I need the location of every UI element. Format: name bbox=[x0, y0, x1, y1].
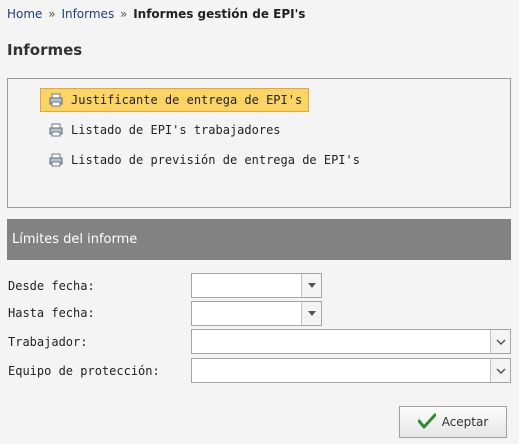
equipo-proteccion-field[interactable] bbox=[191, 358, 511, 383]
desde-fecha-label: Desde fecha: bbox=[8, 279, 95, 293]
trabajador-label: Trabajador: bbox=[8, 335, 88, 349]
printer-icon bbox=[49, 153, 63, 167]
report-item-listado-prevision[interactable]: Listado de previsión de entrega de EPI's bbox=[40, 148, 367, 172]
reports-list: Justificante de entrega de EPI's Listado… bbox=[7, 78, 511, 208]
hasta-fecha-dropdown-button[interactable] bbox=[301, 302, 321, 325]
desde-fecha-field[interactable] bbox=[191, 273, 322, 298]
hasta-fecha-field[interactable] bbox=[191, 301, 322, 326]
report-item-justificante[interactable]: Justificante de entrega de EPI's bbox=[40, 88, 310, 112]
report-item-label: Listado de previsión de entrega de EPI's bbox=[71, 153, 360, 167]
aceptar-button-label: Aceptar bbox=[441, 415, 489, 429]
chevron-down-icon bbox=[307, 283, 316, 288]
equipo-proteccion-label: Equipo de protección: bbox=[8, 364, 160, 378]
limits-section-header: Límites del informe bbox=[7, 219, 511, 260]
report-item-label: Justificante de entrega de EPI's bbox=[71, 93, 303, 107]
checkmark-icon bbox=[417, 413, 437, 432]
hasta-fecha-label: Hasta fecha: bbox=[8, 306, 95, 320]
printer-icon bbox=[49, 123, 63, 137]
breadcrumb-informes-link[interactable]: Informes bbox=[61, 7, 114, 21]
breadcrumb-current: Informes gestión de EPI's bbox=[133, 7, 306, 21]
chevron-down-icon bbox=[495, 367, 506, 374]
breadcrumb-separator: » bbox=[48, 7, 56, 21]
breadcrumb-separator: » bbox=[120, 7, 128, 21]
page-title: Informes bbox=[7, 41, 83, 59]
chevron-down-icon bbox=[495, 338, 506, 345]
equipo-proteccion-dropdown-button[interactable] bbox=[490, 359, 510, 382]
limits-section-title: Límites del informe bbox=[12, 232, 138, 247]
aceptar-button[interactable]: Aceptar bbox=[399, 406, 507, 438]
breadcrumb: Home » Informes » Informes gestión de EP… bbox=[7, 7, 305, 21]
breadcrumb-home-link[interactable]: Home bbox=[7, 7, 42, 21]
trabajador-dropdown-button[interactable] bbox=[490, 330, 510, 353]
report-item-listado-trabajadores[interactable]: Listado de EPI's trabajadores bbox=[40, 118, 288, 142]
trabajador-field[interactable] bbox=[191, 329, 511, 354]
printer-icon bbox=[49, 93, 63, 107]
report-item-label: Listado de EPI's trabajadores bbox=[71, 123, 281, 137]
chevron-down-icon bbox=[307, 311, 316, 316]
desde-fecha-dropdown-button[interactable] bbox=[301, 274, 321, 297]
